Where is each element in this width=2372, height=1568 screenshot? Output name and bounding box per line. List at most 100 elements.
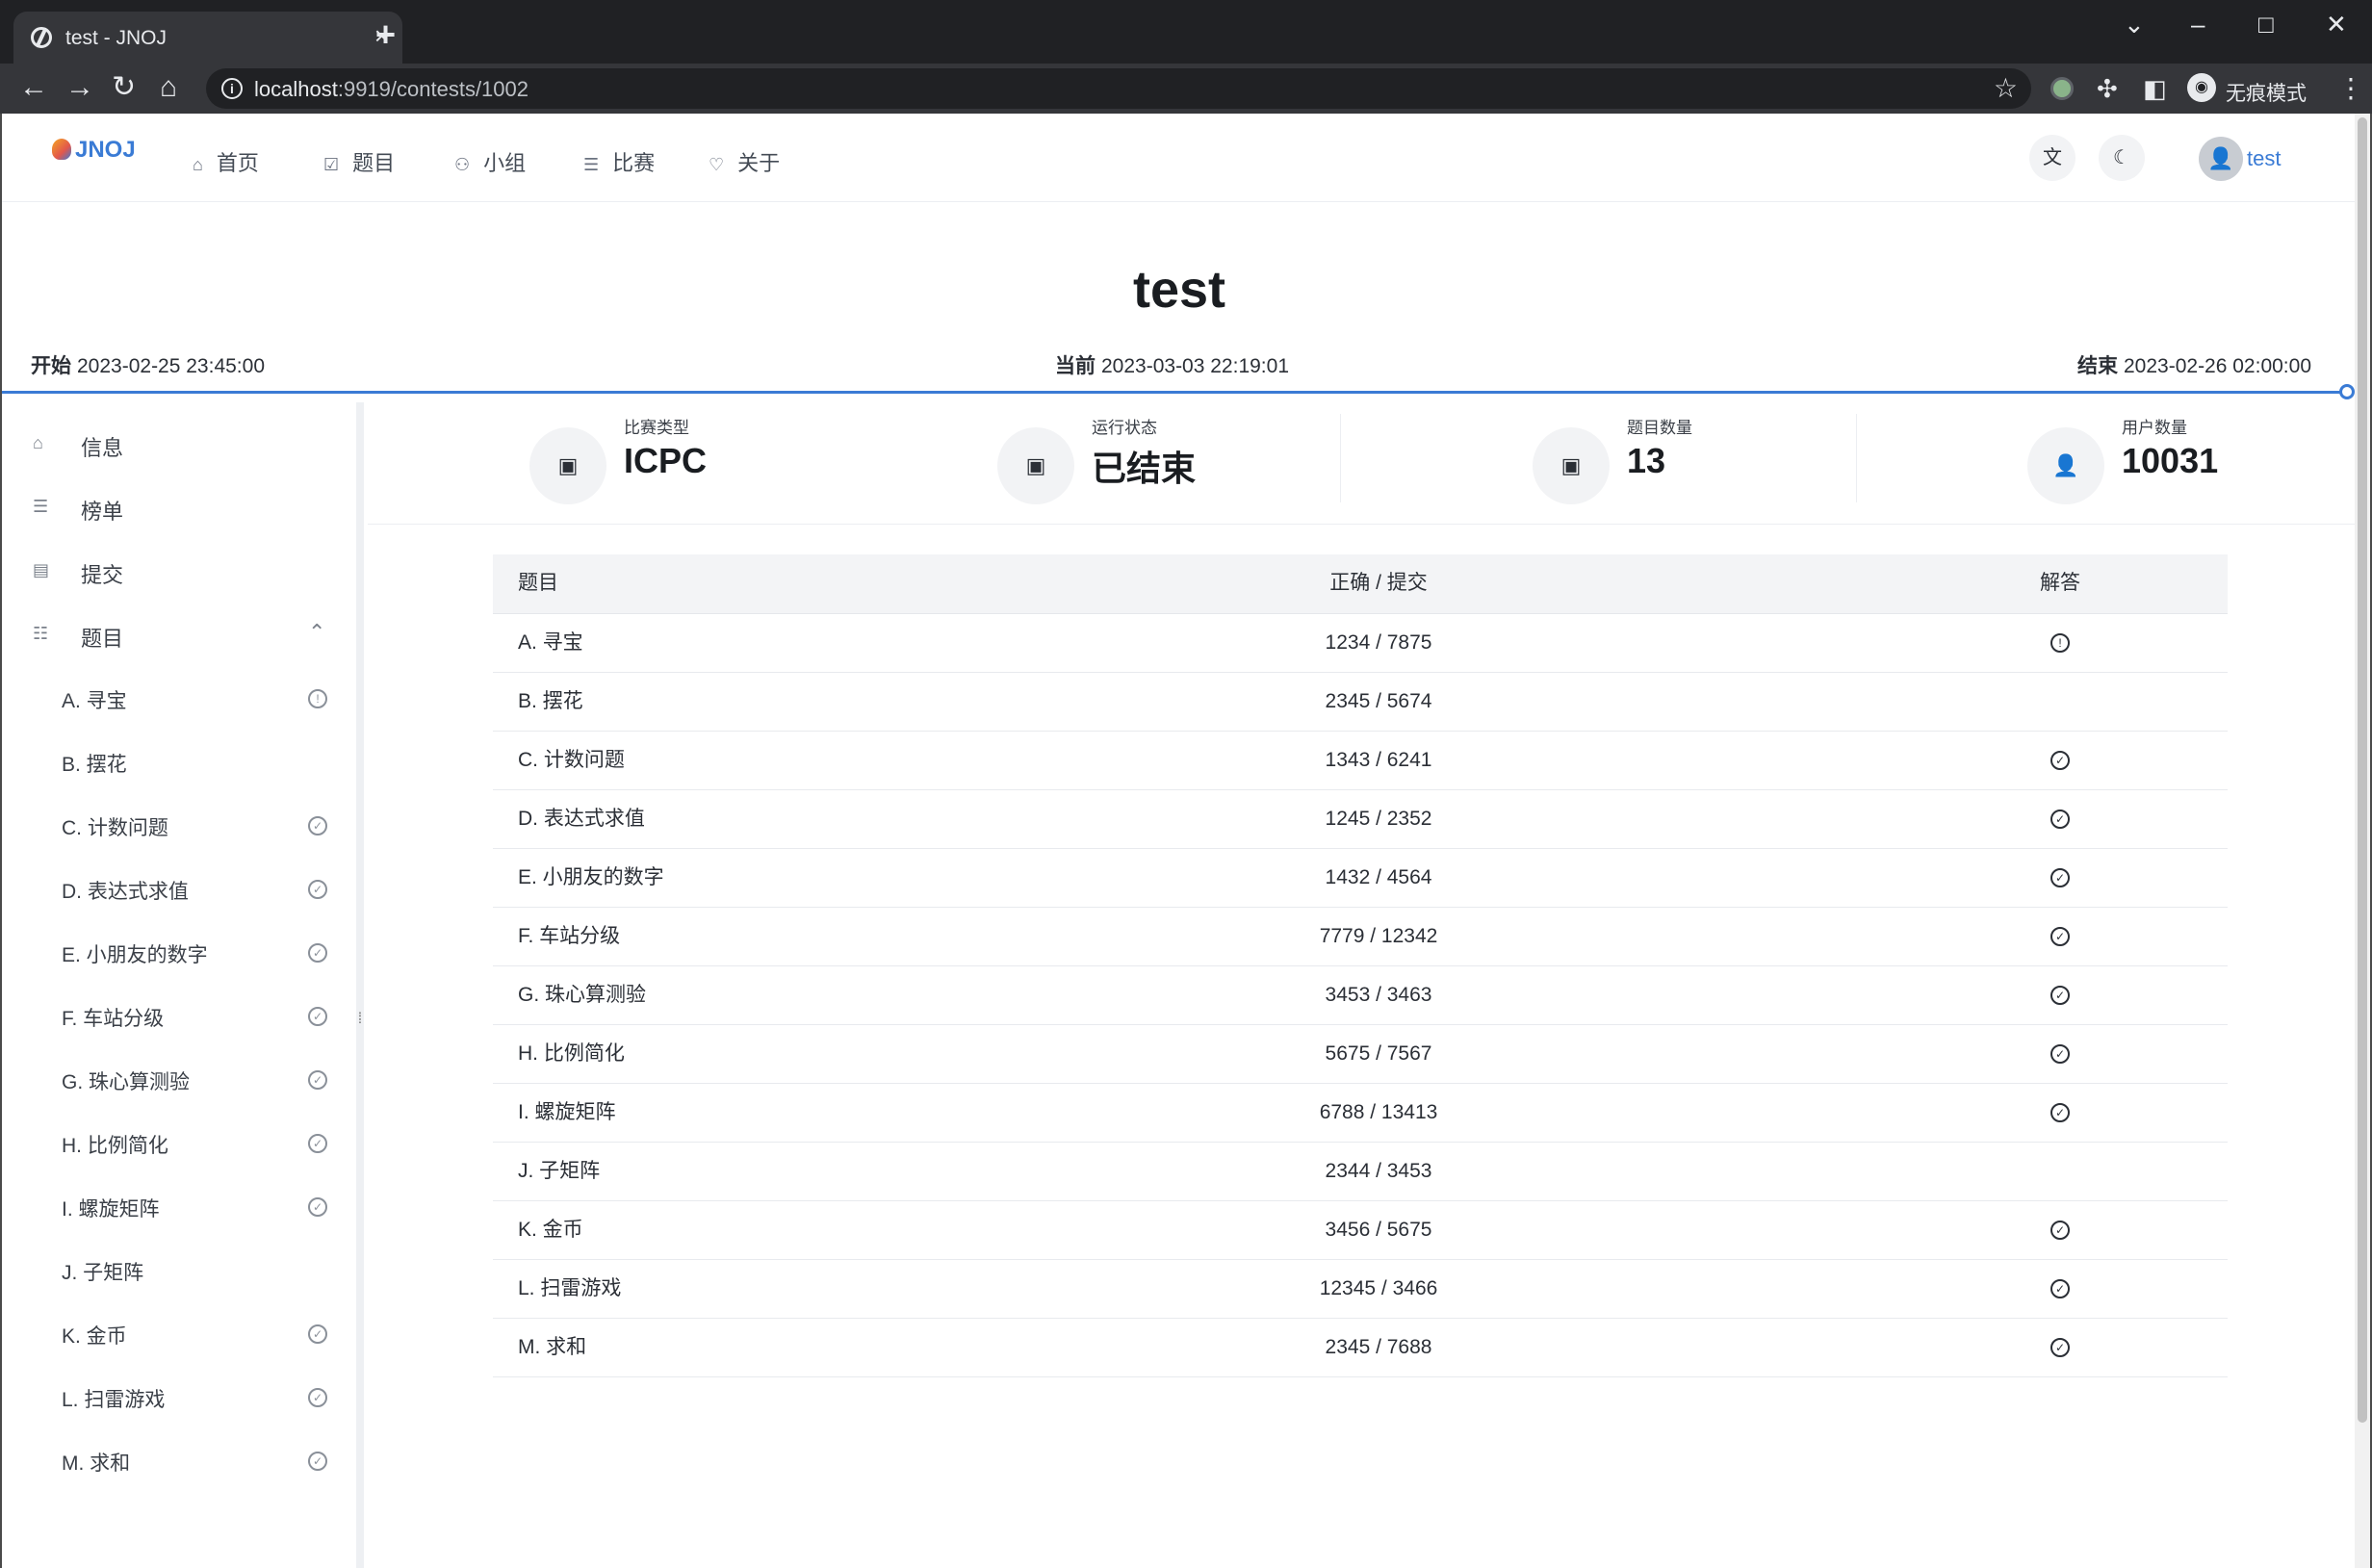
sidebar-problem-h[interactable]: H. 比例简化 ✓ xyxy=(2,1122,348,1165)
new-tab-icon[interactable]: + xyxy=(375,17,396,52)
check-circle-icon: ✓ xyxy=(2050,810,2070,830)
table-row[interactable]: K. 金币 3456 / 5675 ✓ xyxy=(493,1201,2228,1260)
problem-title-link[interactable]: I. 螺旋矩阵 xyxy=(518,1084,616,1142)
side-panel-icon[interactable]: ◧ xyxy=(2143,75,2167,102)
drag-handle-icon[interactable]: ⁞ xyxy=(356,1011,364,1028)
moon-icon: ☾ xyxy=(2113,147,2130,168)
sidebar-problem-d[interactable]: D. 表达式求值 ✓ xyxy=(2,868,348,911)
sidebar-problem-l[interactable]: L. 扫雷游戏 ✓ xyxy=(2,1376,348,1419)
close-window-icon[interactable]: ✕ xyxy=(2326,10,2347,39)
browser-tab[interactable]: test - JNOJ × xyxy=(13,12,402,64)
problem-title-link[interactable]: E. 小朋友的数字 xyxy=(518,849,664,907)
sidebar-item-problems[interactable]: ☷ 题目 ⌃ xyxy=(2,614,348,656)
sidebar-problem-k[interactable]: K. 金币 ✓ xyxy=(2,1313,348,1355)
sidebar-problem-f[interactable]: F. 车站分级 ✓ xyxy=(2,995,348,1038)
sidebar-problem-e[interactable]: E. 小朋友的数字 ✓ xyxy=(2,932,348,974)
browser-tab-bar: test - JNOJ × + ⌄ – □ ✕ xyxy=(0,0,2372,64)
minimize-icon[interactable]: – xyxy=(2191,10,2204,39)
problem-title-link[interactable]: D. 表达式求值 xyxy=(518,790,645,848)
contest-progress-handle xyxy=(2339,384,2355,399)
table-row[interactable]: I. 螺旋矩阵 6788 / 13413 ✓ xyxy=(493,1084,2228,1143)
problem-title-link[interactable]: K. 金币 xyxy=(518,1201,583,1259)
scrollbar-thumb[interactable] xyxy=(2358,117,2367,1423)
sidebar-problem-m[interactable]: M. 求和 ✓ xyxy=(2,1440,348,1482)
table-header: 题目 正确 / 提交 解答 xyxy=(493,554,2228,614)
contest-current: 当前 2023-03-03 22:19:01 xyxy=(1055,355,1289,377)
check-circle-icon: ✓ xyxy=(2050,1338,2070,1358)
exclamation-circle-icon: ! xyxy=(2050,633,2070,654)
table-row[interactable]: M. 求和 2345 / 7688 ✓ xyxy=(493,1319,2228,1377)
sidebar-item-rank[interactable]: ☰ 榜单 xyxy=(2,487,348,529)
table-row[interactable]: F. 车站分级 7779 / 12342 ✓ xyxy=(493,908,2228,966)
problem-title-link[interactable]: A. 寻宝 xyxy=(518,614,583,672)
table-row[interactable]: A. 寻宝 1234 / 7875! xyxy=(493,614,2228,673)
list-icon: ☰ xyxy=(33,497,49,516)
browser-menu-icon[interactable]: ⋮ xyxy=(2337,75,2364,102)
nav-item-home[interactable]: ⌂ 首页 xyxy=(193,146,259,177)
header-accepted-submitted: 正确 / 提交 xyxy=(1329,572,1428,594)
table-row[interactable]: B. 摆花 2345 / 5674 xyxy=(493,673,2228,732)
theme-toggle-button[interactable]: ☾ xyxy=(2099,135,2145,181)
home-icon[interactable]: ⌂ xyxy=(160,73,177,102)
calendar-icon: ▣ xyxy=(529,427,606,504)
language-toggle-button[interactable]: 文 xyxy=(2029,135,2076,181)
table-body: A. 寻宝 1234 / 7875! B. 摆花 2345 / 5674 C. 计数问题… xyxy=(493,614,2228,1377)
maximize-icon[interactable]: □ xyxy=(2258,10,2274,39)
stat-divider xyxy=(1856,414,1857,502)
sidebar-problem-a[interactable]: A. 寻宝! xyxy=(2,678,348,720)
page-scrollbar[interactable] xyxy=(2355,114,2370,1568)
check-circle-icon: ✓ xyxy=(308,1388,327,1407)
table-row[interactable]: G. 珠心算测验 3453 / 3463 ✓ xyxy=(493,966,2228,1025)
sidebar-item-info[interactable]: ⌂ 信息 xyxy=(2,424,348,466)
nav-item-groups[interactable]: ⚇ 小组 xyxy=(454,146,526,177)
problem-title-link[interactable]: L. 扫雷游戏 xyxy=(518,1260,621,1318)
problem-title-link[interactable]: B. 摆花 xyxy=(518,673,583,731)
site-logo[interactable]: JNOJ xyxy=(52,137,136,164)
table-row[interactable]: C. 计数问题 1343 / 6241 ✓ xyxy=(493,732,2228,790)
check-circle-icon: ✓ xyxy=(308,1134,327,1153)
table-row[interactable]: D. 表达式求值 1245 / 2352 ✓ xyxy=(493,790,2228,849)
sidebar-problem-b[interactable]: B. 摆花 xyxy=(2,741,348,784)
sidebar-problem-i[interactable]: I. 螺旋矩阵 ✓ xyxy=(2,1186,348,1228)
incognito-label[interactable]: 无痕模式 xyxy=(2226,78,2307,107)
problem-title-link[interactable]: M. 求和 xyxy=(518,1319,586,1376)
problem-table: 题目 正确 / 提交 解答 A. 寻宝 1234 / 7875! B. 摆花 2345… xyxy=(493,554,2228,1377)
site-info-icon[interactable]: i xyxy=(221,78,243,99)
page: JNOJ ⌂ 首页 ☑ 题目 ⚇ 小组 ☰ 比赛 ♡ 关于 文 ☾ 👤 test test… xyxy=(0,114,2372,1568)
chevron-up-icon[interactable]: ⌃ xyxy=(308,620,325,645)
sidebar-resizer[interactable] xyxy=(356,402,364,1568)
table-row[interactable]: L. 扫雷游戏 12345 / 3466 ✓ xyxy=(493,1260,2228,1319)
problem-title-link[interactable]: J. 子矩阵 xyxy=(518,1143,600,1200)
sidebar-problem-c[interactable]: C. 计数问题 ✓ xyxy=(2,805,348,847)
bookmark-star-icon[interactable]: ☆ xyxy=(1994,72,2018,104)
username[interactable]: test xyxy=(2247,146,2281,171)
table-row[interactable]: E. 小朋友的数字 1432 / 4564 ✓ xyxy=(493,849,2228,908)
forward-icon[interactable]: → xyxy=(65,73,94,102)
tab-search-icon[interactable]: ⌄ xyxy=(2124,10,2145,39)
reload-icon[interactable]: ↻ xyxy=(112,73,136,102)
browser-toolbar: ← → ↻ ⌂ i localhost:9919/contests/1002 ☆… xyxy=(0,64,2372,114)
table-row[interactable]: J. 子矩阵 2344 / 3453 xyxy=(493,1143,2228,1201)
table-row[interactable]: H. 比例简化 5675 / 7567 ✓ xyxy=(493,1025,2228,1084)
nav-item-problems[interactable]: ☑ 题目 xyxy=(323,146,395,177)
problem-title-link[interactable]: C. 计数问题 xyxy=(518,732,625,789)
accepted-submitted-count: 1343 / 6241 xyxy=(1325,749,1432,771)
sidebar-item-submissions[interactable]: ▤ 提交 xyxy=(2,551,348,593)
problem-title-link[interactable]: G. 珠心算测验 xyxy=(518,966,646,1024)
address-bar[interactable]: i localhost:9919/contests/1002 ☆ xyxy=(206,68,2031,109)
problem-title-link[interactable]: F. 车站分级 xyxy=(518,908,620,965)
sidebar-problem-j[interactable]: J. 子矩阵 xyxy=(2,1249,348,1292)
check-circle-icon: ✓ xyxy=(308,1324,327,1344)
accepted-submitted-count: 3453 / 3463 xyxy=(1325,984,1432,1006)
extension-icon[interactable] xyxy=(2050,77,2074,100)
back-icon[interactable]: ← xyxy=(19,73,48,102)
extensions-puzzle-icon[interactable]: ✣ xyxy=(2097,75,2118,102)
nav-item-contests[interactable]: ☰ 比赛 xyxy=(583,146,655,177)
avatar[interactable]: 👤 xyxy=(2199,137,2243,181)
accepted-submitted-count: 1432 / 4564 xyxy=(1325,866,1432,888)
nav-item-about[interactable]: ♡ 关于 xyxy=(709,146,780,177)
problem-title-link[interactable]: H. 比例简化 xyxy=(518,1025,625,1083)
sidebar-problem-g[interactable]: G. 珠心算测验 ✓ xyxy=(2,1059,348,1101)
status-cell: ✓ xyxy=(2041,732,2079,789)
status-cell: ✓ xyxy=(2041,1319,2079,1376)
